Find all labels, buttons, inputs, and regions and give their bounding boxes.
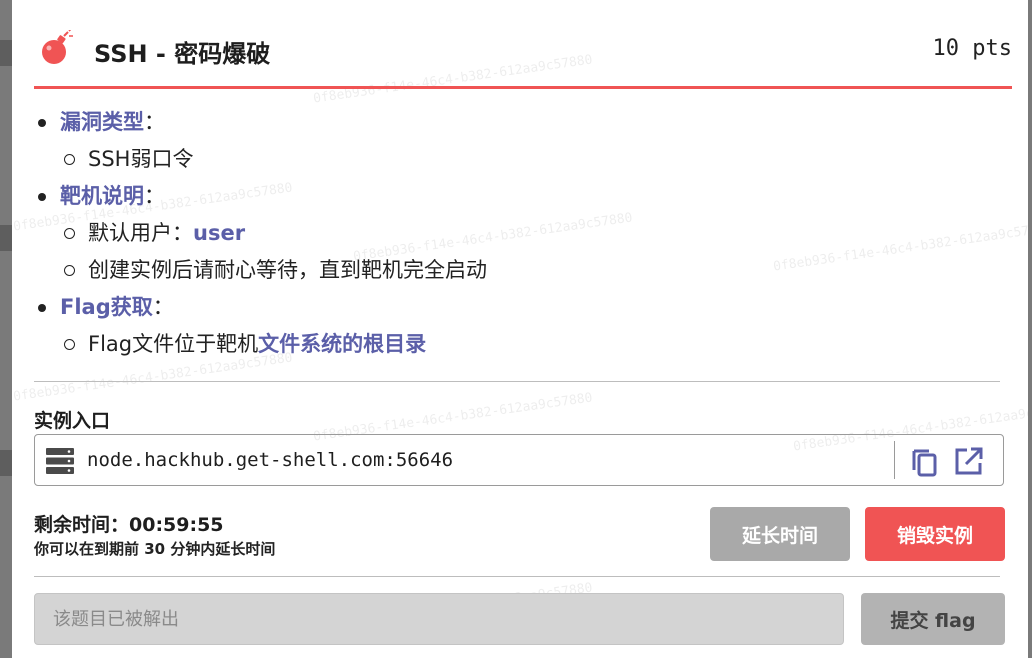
list-item: 靶机说明： bbox=[36, 178, 1008, 215]
list-item: Flag文件位于靶机文件系统的根目录 bbox=[36, 326, 1008, 363]
target-label: 靶机说明 bbox=[60, 184, 144, 208]
modal-header: SSH - 密码爆破 10 pts bbox=[34, 20, 1012, 89]
challenge-modal: 0f8eb936-f14e-46c4-b382-612aa9c57880 0f8… bbox=[12, 0, 1028, 658]
instance-entry: node.hackhub.get-shell.com:56646 bbox=[34, 434, 1004, 486]
destroy-instance-button[interactable]: 销毁实例 bbox=[865, 507, 1005, 561]
flag-input[interactable] bbox=[34, 593, 844, 645]
remaining-time: 剩余时间：00:59:55 bbox=[34, 514, 224, 536]
list-item: 创建实例后请耐心等待，直到靶机完全启动 bbox=[36, 252, 1008, 289]
colon: ： bbox=[144, 184, 165, 208]
instance-section-label: 实例入口 bbox=[34, 410, 111, 432]
extend-time-button[interactable]: 延长时间 bbox=[710, 507, 850, 561]
instance-address[interactable]: node.hackhub.get-shell.com:56646 bbox=[87, 449, 453, 471]
flag-location-link: 文件系统的根目录 bbox=[258, 332, 427, 356]
startup-note: 创建实例后请耐心等待，直到靶机完全启动 bbox=[88, 258, 487, 282]
list-item: Flag获取： bbox=[36, 289, 1008, 326]
background-peek bbox=[0, 40, 12, 66]
default-user-value: user bbox=[193, 221, 246, 245]
submit-flag-button[interactable]: 提交 flag bbox=[861, 593, 1005, 645]
challenge-points: 10 pts bbox=[932, 36, 1012, 61]
divider bbox=[34, 576, 1000, 577]
vuln-type-value: SSH弱口令 bbox=[88, 147, 194, 171]
list-item: 漏洞类型： bbox=[36, 104, 1008, 141]
bomb-icon bbox=[42, 30, 73, 64]
colon: ： bbox=[144, 110, 165, 134]
server-icon bbox=[46, 448, 74, 474]
external-link-icon[interactable] bbox=[953, 445, 985, 477]
extend-hint: 你可以在到期前 30 分钟内延长时间 bbox=[34, 540, 276, 558]
divider bbox=[34, 381, 1000, 382]
default-user-prefix: 默认用户： bbox=[88, 221, 193, 245]
challenge-title: SSH - 密码爆破 bbox=[94, 40, 271, 68]
background-peek bbox=[0, 450, 12, 476]
challenge-description: 漏洞类型： SSH弱口令 靶机说明： 默认用户：user 创建实例后请耐心等待，… bbox=[36, 104, 1008, 363]
flag-location-prefix: Flag文件位于靶机 bbox=[88, 332, 259, 356]
flag-label: Flag获取 bbox=[60, 295, 153, 319]
background-peek bbox=[0, 225, 12, 251]
vuln-type-label: 漏洞类型 bbox=[60, 110, 144, 134]
divider bbox=[894, 441, 895, 479]
list-item: SSH弱口令 bbox=[36, 141, 1008, 178]
colon: ： bbox=[152, 295, 174, 319]
copy-icon[interactable] bbox=[909, 445, 941, 477]
list-item: 默认用户：user bbox=[36, 215, 1008, 252]
